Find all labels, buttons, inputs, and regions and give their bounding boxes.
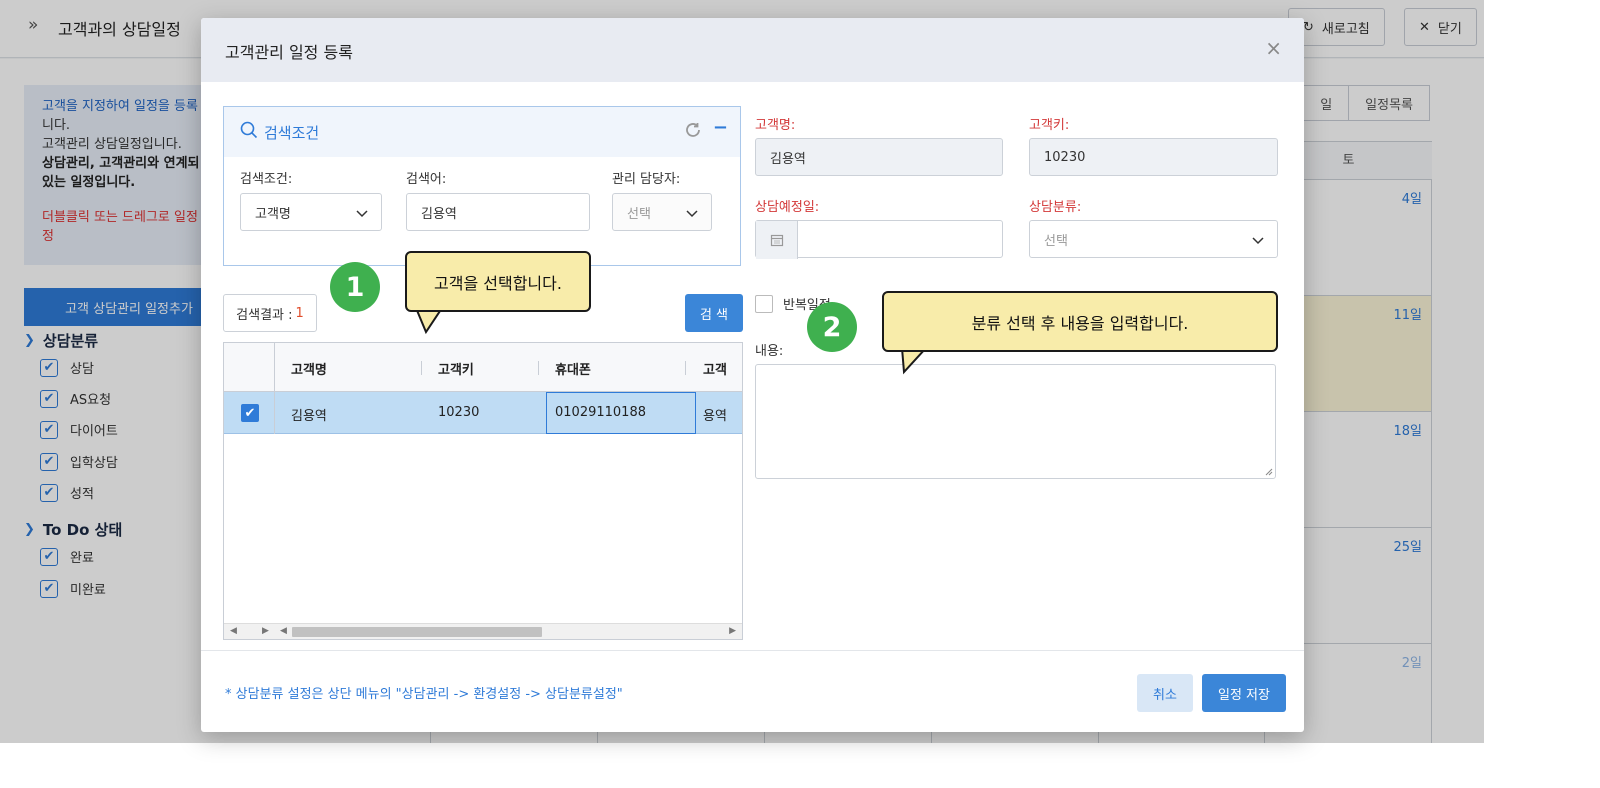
- date-label: 상담예정일:: [755, 200, 820, 215]
- step-1-marker: 1: [330, 262, 380, 312]
- grid-header: 고객명 고객키 휴대폰 고객: [224, 343, 742, 392]
- modal-close-icon[interactable]: ×: [1265, 36, 1282, 60]
- modal-header: 고객관리 일정 등록 ×: [201, 18, 1304, 82]
- date-input[interactable]: [755, 220, 1003, 259]
- scroll-left-icon[interactable]: ◀: [280, 626, 287, 636]
- column-divider[interactable]: [685, 361, 686, 375]
- search-button[interactable]: 검 색: [685, 294, 743, 332]
- checkbox-unchecked-icon[interactable]: [755, 294, 773, 313]
- scroll-thumb[interactable]: [292, 627, 542, 637]
- grid-line: [274, 343, 275, 434]
- category-label: 상담분류:: [1029, 200, 1082, 215]
- cell-extra[interactable]: 용역: [703, 405, 727, 424]
- footer-note: * 상담분류 설정은 상단 메뉴의 "상담관리 -> 환경설정 -> 상담분류설…: [225, 687, 623, 702]
- cell-customer-key[interactable]: 10230: [438, 405, 479, 420]
- callout-tail: [414, 308, 444, 335]
- column-header[interactable]: 고객키: [438, 359, 474, 378]
- customer-key-field: 10230: [1029, 138, 1278, 176]
- column-header[interactable]: 휴대폰: [555, 359, 591, 378]
- scroll-right-icon[interactable]: ▶: [262, 626, 269, 636]
- resize-handle-icon[interactable]: [1265, 468, 1273, 476]
- collapse-icon[interactable]: −: [713, 117, 728, 138]
- column-divider[interactable]: [421, 361, 422, 375]
- modal-footer: * 상담분류 설정은 상단 메뉴의 "상담관리 -> 환경설정 -> 상담분류설…: [201, 650, 1304, 732]
- category-select[interactable]: 선택: [1029, 220, 1278, 258]
- chevron-down-icon: [686, 210, 698, 218]
- manager-select[interactable]: 선택: [612, 193, 712, 231]
- search-panel: 검색조건 − 검색조건: 고객명 검색어: 김용역 관리 담당자: 선택: [223, 106, 741, 266]
- content-label: 내용:: [755, 344, 784, 359]
- column-header[interactable]: 고객: [703, 359, 727, 378]
- scroll-left-icon[interactable]: ◀: [230, 626, 237, 636]
- step-2-callout: 분류 선택 후 내용을 입력합니다.: [882, 291, 1278, 352]
- reset-icon[interactable]: [684, 121, 702, 139]
- customer-grid: 고객명 고객키 휴대폰 고객 ✔ 김용역 10230 01029110188 용…: [223, 342, 743, 640]
- search-icon: [240, 121, 258, 139]
- content-textarea[interactable]: [755, 364, 1276, 479]
- column-divider[interactable]: [538, 361, 539, 375]
- step-2-marker: 2: [807, 302, 857, 352]
- search-result-count: 검색결과 : 1: [223, 294, 317, 332]
- customer-key-label: 고객키:: [1029, 118, 1070, 133]
- keyword-label: 검색어:: [406, 172, 447, 187]
- condition-label: 검색조건:: [240, 172, 293, 187]
- chevron-down-icon: [1252, 237, 1264, 245]
- table-row[interactable]: ✔ 김용역 10230 01029110188 용역: [224, 392, 742, 434]
- keyword-input[interactable]: 김용역: [406, 193, 590, 231]
- calendar-icon[interactable]: [756, 221, 798, 259]
- step-1-callout: 고객을 선택합니다.: [405, 251, 591, 312]
- search-panel-header: 검색조건 −: [224, 107, 740, 157]
- schedule-register-modal: 고객관리 일정 등록 × 검색조건 − 검색조건: 고객명 검색어: 김용역 관…: [201, 18, 1304, 732]
- horizontal-scrollbar[interactable]: ◀ ▶ ◀ ▶: [224, 623, 742, 639]
- modal-title: 고객관리 일정 등록: [225, 43, 353, 62]
- customer-name-field: 김용역: [755, 138, 1003, 176]
- scroll-right-icon[interactable]: ▶: [729, 626, 736, 636]
- customer-name-label: 고객명:: [755, 118, 796, 133]
- cell-phone[interactable]: 01029110188: [555, 405, 646, 420]
- column-header[interactable]: 고객명: [291, 359, 327, 378]
- callout-tail: [900, 348, 928, 375]
- chevron-down-icon: [356, 210, 368, 218]
- cancel-button[interactable]: 취소: [1137, 674, 1193, 712]
- save-schedule-button[interactable]: 일정 저장: [1202, 674, 1286, 712]
- condition-select[interactable]: 고객명: [240, 193, 382, 231]
- row-checkbox-checked-icon[interactable]: ✔: [241, 404, 259, 422]
- manager-label: 관리 담당자:: [612, 172, 681, 187]
- cell-customer-name[interactable]: 김용역: [291, 405, 327, 424]
